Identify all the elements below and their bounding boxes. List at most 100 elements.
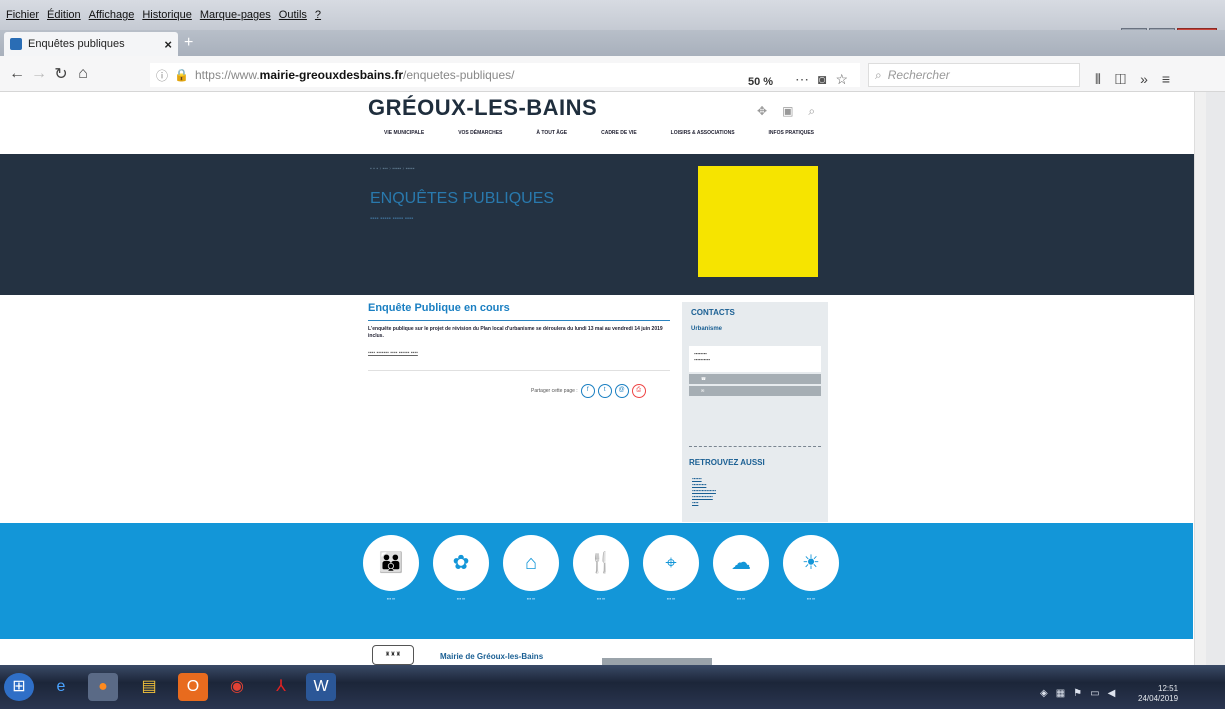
footer-name: Mairie de Gréoux-les-Bains [440,652,544,661]
related-links[interactable]: ▪▪▪▪▪▪ ▪▪▪▪▪▪▪▪▪ ▪▪▪▪▪▪▪▪▪▪▪▪▪▪▪ ▪▪▪▪▪▪▪▪▪▪… [692,476,716,506]
facebook-icon[interactable]: f [580,384,595,398]
nav-cadre-de-vie[interactable]: CADRE DE VIE [601,130,637,136]
quick-links: 👪 ▪▪▪ ▪▪ ✿ ▪▪▪ ▪▪ ⌂ ▪▪▪ ▪▪ 🍴 ▪▪▪ ▪▪ ⌖ ▪▪▪ ▪▪ … [363,535,839,601]
favicon-icon [10,38,22,50]
page-actions: ⋯◙☆ [795,71,857,88]
address-card: ▪▪▪▪▪▪▪▪ ▪▪▪▪▪▪▪▪▪▪ [689,346,821,372]
quick-link-1[interactable]: 👪 ▪▪▪ ▪▪ [363,535,419,601]
content-divider [368,370,670,371]
page-scrollbar[interactable] [1194,92,1206,665]
zoom-indicator[interactable]: 50 % [748,76,773,88]
pocket-icon[interactable]: ◙ [818,71,835,87]
tab-enquetes[interactable]: Enquêtes publiques × [4,32,178,56]
hero-image [698,166,818,277]
overflow-icon[interactable]: » [1140,71,1162,87]
outlook-icon[interactable]: O [178,673,208,701]
tab-title: Enquêtes publiques [28,38,125,50]
twitter-icon[interactable]: t [597,384,612,398]
main-nav: VIE MUNICIPALE VOS DÉMARCHES À TOUT ÂGE … [368,130,830,136]
screen: Fichier Édition Affichage Historique Mar… [0,0,1225,709]
menu-edit[interactable]: Édition [47,9,81,21]
sidebar-title: CONTACTS [691,308,735,317]
start-button-icon[interactable]: ⊞ [4,673,34,701]
house-icon: ⌂ [503,535,559,591]
display-icon[interactable]: ▭ [1090,688,1107,699]
chrome-icon[interactable]: ◉ [222,673,252,701]
town-logo[interactable]: ♜♜♜ [372,645,414,665]
tab-close-icon[interactable]: × [164,37,172,52]
nav-vos-demarches[interactable]: VOS DÉMARCHES [458,130,502,136]
nav-a-tout-age[interactable]: À TOUT ÂGE [536,130,567,136]
tab-strip: Enquêtes publiques × + [0,30,1225,56]
hero-banner: ▪ ▪ ▪ › ▪▪▪ › ▪▪▪▪▪ › ▪▪▪▪▪ ENQUÊTES PUB… [0,154,1200,295]
menu-view[interactable]: Affichage [89,9,135,21]
email-share-icon[interactable]: @ [614,384,629,398]
quick-link-7[interactable]: ☀ ▪▪▪ ▪▪ [783,535,839,601]
content-title: Enquête Publique en cours [368,302,510,314]
quick-link-6[interactable]: ☁ ▪▪▪ ▪▪ [713,535,769,601]
home-icon[interactable]: ⌂ [72,65,94,83]
mail-icon[interactable]: ▣ [782,104,808,118]
lock-icon: 🔒 [174,68,189,82]
content-text: L'enquête publique sur le projet de révi… [368,326,663,339]
sidebar-title-2: RETROUVEZ AUSSI [689,458,765,467]
site-title[interactable]: GRÉOUX-LES-BAINS [368,95,597,121]
library-icon[interactable]: ⫴ [1095,71,1115,87]
menu-tools[interactable]: Outils [279,9,307,21]
contact-bar[interactable] [602,658,712,665]
volume-icon[interactable]: ◀ [1108,688,1124,699]
quick-link-2[interactable]: ✿ ▪▪▪ ▪▪ [433,535,489,601]
ie-icon[interactable]: e [46,673,76,701]
quick-link-caption: ▪▪▪ ▪▪ [736,596,746,601]
menu-bookmarks[interactable]: Marque-pages [200,9,271,21]
firefox-icon[interactable]: ● [88,673,118,701]
leisure-icon: ✿ [433,535,489,591]
toolbar-right: ⫴◫»≡ [1095,71,1184,88]
share-icon[interactable]: ✥ [757,104,782,118]
sidebar-subtitle: Urbanisme [691,326,723,332]
search-site-icon[interactable]: ⌕ [808,104,830,118]
menu-file[interactable]: Fichier [6,9,39,21]
word-icon[interactable]: W [306,673,336,701]
search-placeholder: Rechercher [887,68,950,82]
reload-icon[interactable]: ↻ [50,64,72,84]
phone-bar[interactable]: ☎ [689,374,821,384]
sidebar-icon[interactable]: ◫ [1115,71,1140,87]
search-input[interactable]: ⌕ Rechercher [868,63,1080,87]
forward-icon[interactable]: → [28,65,50,83]
search-icon: ⌕ [875,67,882,82]
share-label: Partager cette page : [531,388,578,394]
info-icon[interactable]: ⓘ [156,67,168,84]
more-actions-icon[interactable]: ⋯ [795,71,818,87]
quick-link-caption: ▪▪▪ ▪▪ [386,596,396,601]
network-icon[interactable]: ◈ [1040,688,1056,699]
nav-vie-municipale[interactable]: VIE MUNICIPALE [384,130,424,136]
menu-history[interactable]: Historique [142,9,192,21]
back-icon[interactable]: ← [6,65,28,83]
nav-loisirs[interactable]: LOISIRS & ASSOCIATIONS [671,130,735,136]
quick-link-4[interactable]: 🍴 ▪▪▪ ▪▪ [573,535,629,601]
share-row: Partager cette page : f t @ ⎙ [531,384,646,398]
tray-app-icon[interactable]: ▦ [1056,688,1073,699]
quick-link-caption: ▪▪▪ ▪▪ [806,596,816,601]
nav-infos-pratiques[interactable]: INFOS PRATIQUES [769,130,814,136]
quick-link-caption: ▪▪▪ ▪▪ [666,596,676,601]
quick-link-3[interactable]: ⌂ ▪▪▪ ▪▪ [503,535,559,601]
menu-help[interactable]: ? [315,9,321,21]
quick-link-caption: ▪▪▪ ▪▪ [596,596,606,601]
folder-icon[interactable]: ▤ [134,673,164,701]
acrobat-icon[interactable]: ⅄ [266,673,296,701]
quick-link-5[interactable]: ⌖ ▪▪▪ ▪▪ [643,535,699,601]
breadcrumb[interactable]: ▪ ▪ ▪ › ▪▪▪ › ▪▪▪▪▪ › ▪▪▪▪▪ [370,166,414,172]
email-bar[interactable]: ✉ [689,386,821,396]
taskbar-clock[interactable]: 12:51 24/04/2019 [1138,684,1178,704]
sidebar-divider [689,446,821,447]
hamburger-menu-icon[interactable]: ≡ [1162,71,1184,87]
new-tab-icon[interactable]: + [184,34,193,52]
flag-icon[interactable]: ⚑ [1073,688,1090,699]
bookmark-star-icon[interactable]: ☆ [835,71,857,87]
menu-bar: Fichier Édition Affichage Historique Mar… [0,0,1225,30]
content-link[interactable]: ▪▪▪▪ ▪▪▪▪▪▪▪ ▪▪▪▪ ▪▪▪▪▪▪ ▪▪▪▪ [368,350,670,356]
print-icon[interactable]: ⎙ [631,384,646,398]
system-tray: ◈▦⚑▭◀ [1040,688,1123,699]
